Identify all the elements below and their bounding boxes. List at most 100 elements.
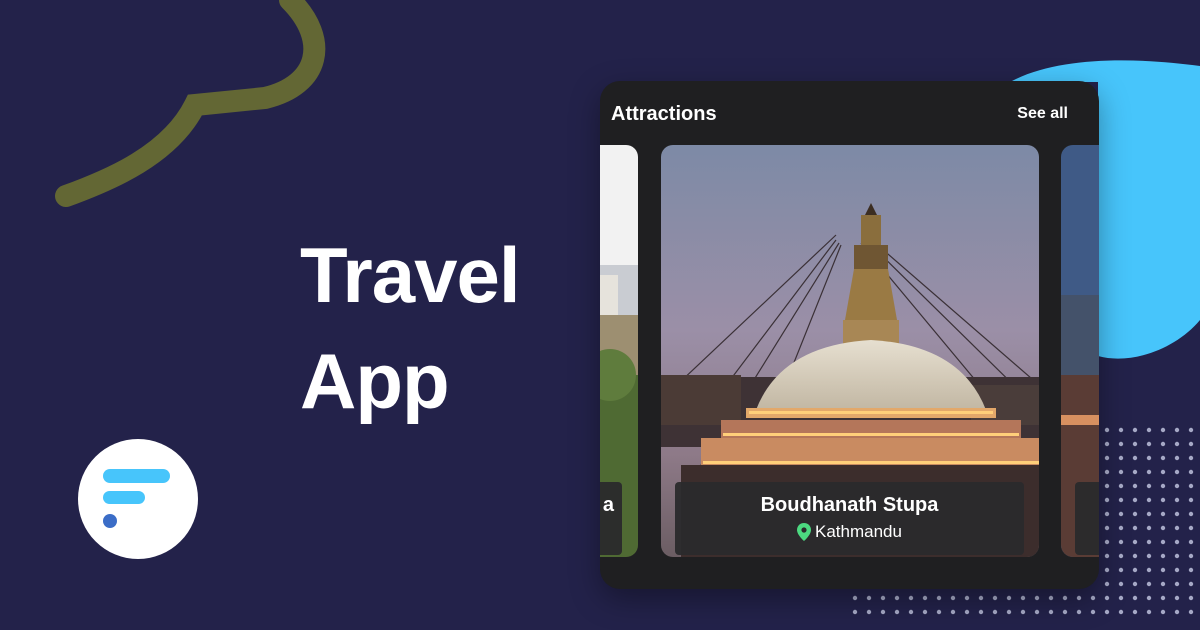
decorative-dot bbox=[1132, 455, 1138, 461]
decorative-dot bbox=[1146, 441, 1152, 447]
decorative-dot bbox=[1146, 595, 1152, 601]
decorative-dot bbox=[908, 595, 914, 601]
decorative-dot bbox=[1104, 511, 1110, 517]
decorative-dot bbox=[1160, 609, 1166, 615]
decorative-dot bbox=[1174, 525, 1180, 531]
decorative-dot bbox=[1146, 525, 1152, 531]
decorative-dot bbox=[1188, 553, 1194, 559]
decorative-dot bbox=[1160, 581, 1166, 587]
decorative-dot bbox=[1174, 497, 1180, 503]
decorative-dot bbox=[1104, 441, 1110, 447]
decorative-dot bbox=[1160, 567, 1166, 573]
decorative-dot bbox=[1076, 595, 1082, 601]
decorative-dot bbox=[992, 609, 998, 615]
attraction-location: Kathmandu bbox=[797, 522, 902, 542]
decorative-dot bbox=[852, 595, 858, 601]
decorative-dot bbox=[1034, 609, 1040, 615]
section-title: Attractions bbox=[611, 103, 717, 125]
decorative-dot bbox=[1188, 525, 1194, 531]
decorative-dot bbox=[1188, 539, 1194, 545]
attraction-card-boudhanath[interactable]: Boudhanath Stupa Kathmandu bbox=[661, 145, 1039, 557]
decorative-dot bbox=[964, 609, 970, 615]
decorative-dot bbox=[1146, 553, 1152, 559]
decorative-dot bbox=[1048, 595, 1054, 601]
decorative-dot bbox=[1132, 553, 1138, 559]
decorative-dot bbox=[1146, 497, 1152, 503]
decorative-dot bbox=[1174, 511, 1180, 517]
decorative-dot bbox=[1048, 609, 1054, 615]
decorative-dot bbox=[1104, 525, 1110, 531]
decorative-dot bbox=[1118, 539, 1124, 545]
attraction-info bbox=[1075, 482, 1099, 555]
decorative-dot bbox=[1160, 539, 1166, 545]
decorative-dot bbox=[1188, 483, 1194, 489]
decorative-dot bbox=[1188, 497, 1194, 503]
decorative-dot bbox=[1146, 539, 1152, 545]
decorative-dot bbox=[1146, 427, 1152, 433]
decorative-dot bbox=[1034, 595, 1040, 601]
hero-title-line1: Travel bbox=[300, 231, 521, 319]
decorative-dot bbox=[880, 595, 886, 601]
brand-logo bbox=[78, 439, 198, 559]
decorative-dot bbox=[1118, 553, 1124, 559]
decorative-dot bbox=[852, 609, 858, 615]
decorative-dot bbox=[1160, 525, 1166, 531]
flutter-style-logo-icon bbox=[103, 469, 170, 528]
decorative-dot bbox=[1062, 595, 1068, 601]
decorative-dot bbox=[1104, 427, 1110, 433]
decorative-dot bbox=[1174, 553, 1180, 559]
hero-title: Travel App bbox=[300, 222, 521, 434]
decorative-dot bbox=[1118, 581, 1124, 587]
decorative-dot bbox=[880, 609, 886, 615]
decorative-dot bbox=[922, 595, 928, 601]
decorative-dot bbox=[1146, 581, 1152, 587]
decorative-dot bbox=[1104, 567, 1110, 573]
decorative-dot bbox=[1146, 455, 1152, 461]
attraction-card-next[interactable] bbox=[1061, 145, 1099, 557]
decorative-dot bbox=[1006, 609, 1012, 615]
decorative-dot bbox=[1118, 441, 1124, 447]
decorative-dot bbox=[1146, 469, 1152, 475]
decorative-dot bbox=[1160, 483, 1166, 489]
decorative-dot bbox=[1188, 567, 1194, 573]
attraction-name-partial: a bbox=[602, 494, 614, 516]
decorative-dot bbox=[1160, 553, 1166, 559]
decorative-dot bbox=[1062, 609, 1068, 615]
decorative-dot bbox=[1104, 539, 1110, 545]
decorative-dot bbox=[1020, 609, 1026, 615]
decorative-dot bbox=[1118, 567, 1124, 573]
decorative-dot bbox=[1132, 427, 1138, 433]
decorative-dot bbox=[1118, 455, 1124, 461]
decorative-dot bbox=[1118, 427, 1124, 433]
decorative-dot bbox=[1188, 511, 1194, 517]
decorative-dot bbox=[1174, 581, 1180, 587]
decorative-dot bbox=[1174, 483, 1180, 489]
decorative-dot bbox=[1174, 595, 1180, 601]
decorative-dot bbox=[1146, 511, 1152, 517]
decorative-dot bbox=[1104, 553, 1110, 559]
decorative-dot bbox=[1174, 441, 1180, 447]
decorative-dot bbox=[1188, 455, 1194, 461]
decorative-dot bbox=[1174, 539, 1180, 545]
decorative-dot bbox=[950, 595, 956, 601]
attraction-card-previous[interactable]: a bbox=[600, 145, 638, 557]
decorative-dot bbox=[1132, 525, 1138, 531]
decorative-dot bbox=[1006, 595, 1012, 601]
decorative-dot bbox=[1160, 595, 1166, 601]
decorative-dot bbox=[1132, 609, 1138, 615]
decorative-dot bbox=[936, 595, 942, 601]
decorative-dot bbox=[1174, 609, 1180, 615]
decorative-dot bbox=[1132, 469, 1138, 475]
see-all-button[interactable]: See all bbox=[1017, 105, 1068, 123]
decorative-dot bbox=[1118, 469, 1124, 475]
decorative-dot bbox=[1104, 469, 1110, 475]
decorative-dot bbox=[1104, 609, 1110, 615]
attraction-location-text: Kathmandu bbox=[815, 522, 902, 541]
decorative-dot bbox=[1146, 609, 1152, 615]
decorative-dot bbox=[1132, 511, 1138, 517]
decorative-dot bbox=[1188, 609, 1194, 615]
decorative-dot bbox=[1104, 455, 1110, 461]
decorative-dot bbox=[1132, 581, 1138, 587]
decorative-dot bbox=[1118, 595, 1124, 601]
decorative-dot bbox=[1160, 455, 1166, 461]
